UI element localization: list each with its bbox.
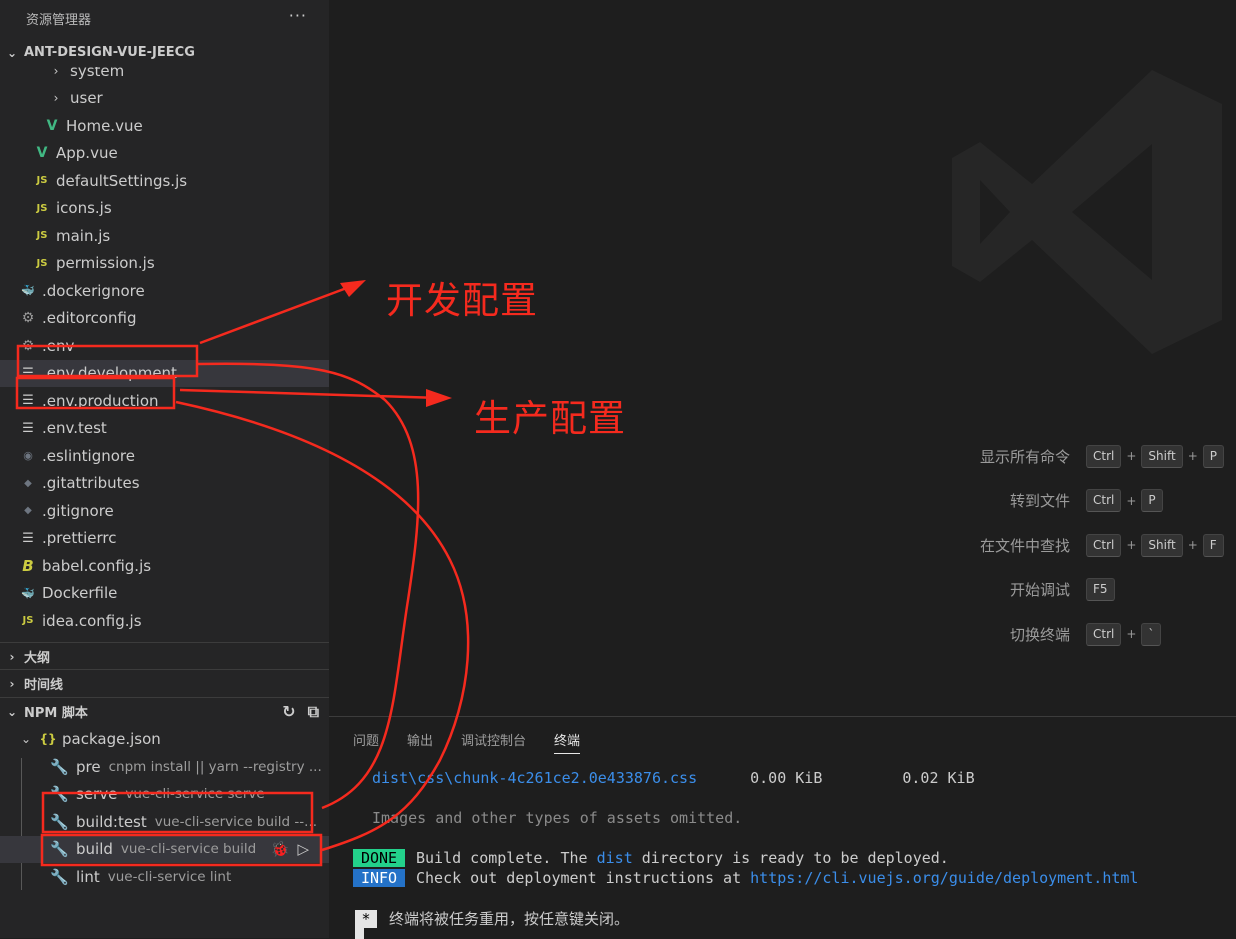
dev-arrow-line xyxy=(199,281,361,345)
prod-highlight-box xyxy=(15,376,176,410)
prod-connector-curve xyxy=(175,400,470,852)
build-highlight-box xyxy=(40,833,323,867)
annotation-overlay xyxy=(15,280,470,867)
build-test-highlight-box xyxy=(41,791,314,834)
dev-highlight-box xyxy=(16,344,199,378)
prod-arrow-line xyxy=(179,388,441,400)
prod-arrow-head xyxy=(426,389,452,407)
dev-connector-curve xyxy=(197,362,420,810)
dev-arrow-head xyxy=(340,280,366,297)
dev-config-annotation: 开发配置 xyxy=(386,279,538,322)
prod-config-annotation: 生产配置 xyxy=(474,397,626,440)
